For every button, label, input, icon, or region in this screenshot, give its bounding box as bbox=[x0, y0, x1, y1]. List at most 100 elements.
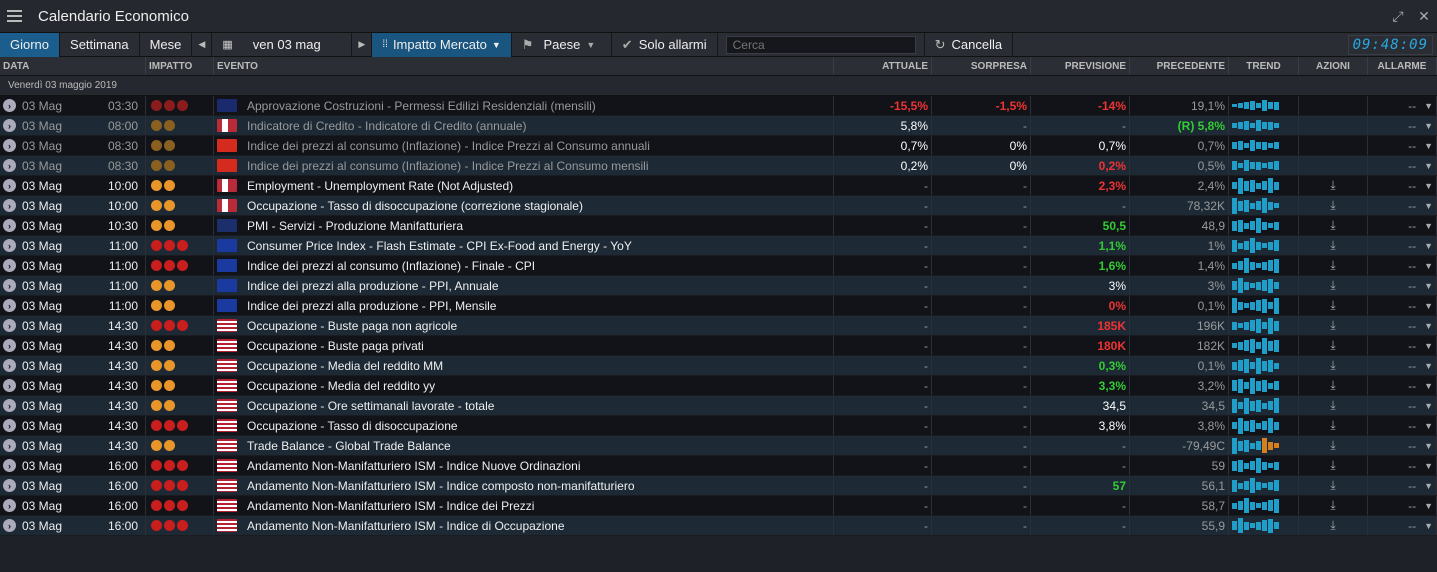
col-sorpresa[interactable]: SORPRESA bbox=[932, 57, 1031, 75]
alarm-cell[interactable]: -- ▼ bbox=[1368, 196, 1437, 215]
chevron-down-icon[interactable]: ▼ bbox=[1424, 321, 1433, 331]
event-cell[interactable]: Occupazione - Tasso di disoccupazione (c… bbox=[214, 196, 834, 215]
chevron-down-icon[interactable]: ▼ bbox=[1424, 161, 1433, 171]
expand-icon[interactable]: ⤢ bbox=[1385, 0, 1411, 33]
chevron-down-icon[interactable]: ▼ bbox=[1424, 341, 1433, 351]
alarm-cell[interactable]: -- ▼ bbox=[1368, 356, 1437, 375]
event-cell[interactable]: Indice dei prezzi al consumo (Inflazione… bbox=[214, 256, 834, 275]
go-arrow-icon[interactable]: › bbox=[3, 119, 16, 132]
event-cell[interactable]: Occupazione - Ore settimanali lavorate -… bbox=[214, 396, 834, 415]
col-previsione[interactable]: PREVISIONE bbox=[1031, 57, 1130, 75]
event-cell[interactable]: Andamento Non-Manifatturiero ISM - Indic… bbox=[214, 456, 834, 475]
chevron-down-icon[interactable]: ▼ bbox=[1424, 441, 1433, 451]
download-icon[interactable]: ⤓ bbox=[1330, 378, 1335, 393]
go-arrow-icon[interactable]: › bbox=[3, 319, 16, 332]
event-cell[interactable]: Indice dei prezzi al consumo (Inflazione… bbox=[214, 136, 834, 155]
table-row[interactable]: › 03 Mag 10:00 Occupazione - Tasso di disoc… bbox=[0, 196, 1437, 216]
go-arrow-icon[interactable]: › bbox=[3, 479, 16, 492]
event-cell[interactable]: Employment - Unemployment Rate (Not Adju… bbox=[214, 176, 834, 195]
search-input[interactable] bbox=[725, 35, 916, 54]
alarm-cell[interactable]: -- ▼ bbox=[1368, 276, 1437, 295]
chevron-down-icon[interactable]: ▼ bbox=[1424, 261, 1433, 271]
menu-icon[interactable] bbox=[0, 0, 28, 33]
go-arrow-icon[interactable]: › bbox=[3, 419, 16, 432]
download-icon[interactable]: ⤓ bbox=[1330, 198, 1335, 213]
alarm-cell[interactable]: -- ▼ bbox=[1368, 216, 1437, 235]
event-cell[interactable]: Indicatore di Credito - Indicatore di Cr… bbox=[214, 116, 834, 135]
go-arrow-icon[interactable]: › bbox=[3, 259, 16, 272]
table-row[interactable]: › 03 Mag 03:30 Approvazione Costruzioni - P… bbox=[0, 96, 1437, 116]
table-row[interactable]: › 03 Mag 10:00 Employment - Unemployment Ra… bbox=[0, 176, 1437, 196]
go-arrow-icon[interactable]: › bbox=[3, 239, 16, 252]
go-arrow-icon[interactable]: › bbox=[3, 299, 16, 312]
chevron-down-icon[interactable]: ▼ bbox=[1424, 221, 1433, 231]
chevron-down-icon[interactable]: ▼ bbox=[1424, 301, 1433, 311]
download-icon[interactable]: ⤓ bbox=[1330, 358, 1335, 373]
table-row[interactable]: › 03 Mag 11:00 Indice dei prezzi al consumo… bbox=[0, 256, 1437, 276]
event-cell[interactable]: Consumer Price Index - Flash Estimate - … bbox=[214, 236, 834, 255]
event-cell[interactable]: Trade Balance - Global Trade Balance bbox=[214, 436, 834, 455]
download-icon[interactable]: ⤓ bbox=[1330, 298, 1335, 313]
chevron-down-icon[interactable]: ▼ bbox=[1424, 241, 1433, 251]
alarm-cell[interactable]: -- ▼ bbox=[1368, 316, 1437, 335]
download-icon[interactable]: ⤓ bbox=[1330, 238, 1335, 253]
chevron-down-icon[interactable]: ▼ bbox=[1424, 381, 1433, 391]
alarm-cell[interactable]: -- ▼ bbox=[1368, 136, 1437, 155]
col-data[interactable]: DATA bbox=[0, 57, 146, 75]
event-cell[interactable]: PMI - Servizi - Produzione Manifatturier… bbox=[214, 216, 834, 235]
alarm-cell[interactable]: -- ▼ bbox=[1368, 416, 1437, 435]
download-icon[interactable]: ⤓ bbox=[1330, 278, 1335, 293]
alarm-cell[interactable]: -- ▼ bbox=[1368, 116, 1437, 135]
col-precedente[interactable]: PRECEDENTE bbox=[1130, 57, 1229, 75]
table-row[interactable]: › 03 Mag 16:00 Andamento Non-Manifatturiero… bbox=[0, 496, 1437, 516]
go-arrow-icon[interactable]: › bbox=[3, 399, 16, 412]
close-icon[interactable]: ✕ bbox=[1411, 0, 1437, 33]
download-icon[interactable]: ⤓ bbox=[1330, 398, 1335, 413]
tab-giorno[interactable]: Giorno bbox=[0, 32, 61, 57]
download-icon[interactable]: ⤓ bbox=[1330, 178, 1335, 193]
alarm-cell[interactable]: -- ▼ bbox=[1368, 496, 1437, 515]
go-arrow-icon[interactable]: › bbox=[3, 99, 16, 112]
go-arrow-icon[interactable]: › bbox=[3, 359, 16, 372]
go-arrow-icon[interactable]: › bbox=[3, 459, 16, 472]
event-cell[interactable]: Occupazione - Media del reddito MM bbox=[214, 356, 834, 375]
alarm-cell[interactable]: -- ▼ bbox=[1368, 376, 1437, 395]
alarm-cell[interactable]: -- ▼ bbox=[1368, 296, 1437, 315]
table-row[interactable]: › 03 Mag 14:30 Occupazione - Tasso di disoc… bbox=[0, 416, 1437, 436]
download-icon[interactable]: ⤓ bbox=[1330, 258, 1335, 273]
table-row[interactable]: › 03 Mag 14:30 Occupazione - Media del redd… bbox=[0, 356, 1437, 376]
table-row[interactable]: › 03 Mag 11:00 Indice dei prezzi alla produ… bbox=[0, 276, 1437, 296]
alarm-cell[interactable]: -- ▼ bbox=[1368, 156, 1437, 175]
download-icon[interactable]: ⤓ bbox=[1330, 338, 1335, 353]
alarm-cell[interactable]: -- ▼ bbox=[1368, 436, 1437, 455]
col-trend[interactable]: TREND bbox=[1229, 57, 1299, 75]
chevron-down-icon[interactable]: ▼ bbox=[1424, 481, 1433, 491]
go-arrow-icon[interactable]: › bbox=[3, 439, 16, 452]
go-arrow-icon[interactable]: › bbox=[3, 379, 16, 392]
event-cell[interactable]: Approvazione Costruzioni - Permessi Edil… bbox=[214, 96, 834, 115]
go-arrow-icon[interactable]: › bbox=[3, 519, 16, 532]
event-cell[interactable]: Occupazione - Media del reddito yy bbox=[214, 376, 834, 395]
table-row[interactable]: › 03 Mag 16:00 Andamento Non-Manifatturiero… bbox=[0, 476, 1437, 496]
alarm-cell[interactable]: -- ▼ bbox=[1368, 336, 1437, 355]
download-icon[interactable]: ⤓ bbox=[1330, 478, 1335, 493]
event-cell[interactable]: Indice dei prezzi alla produzione - PPI,… bbox=[214, 296, 834, 315]
table-row[interactable]: › 03 Mag 14:30 Occupazione - Buste paga non… bbox=[0, 316, 1437, 336]
table-row[interactable]: › 03 Mag 11:00 Indice dei prezzi alla produ… bbox=[0, 296, 1437, 316]
col-allarme[interactable]: ALLARME bbox=[1368, 57, 1437, 75]
chevron-down-icon[interactable]: ▼ bbox=[1424, 181, 1433, 191]
alarm-cell[interactable]: -- ▼ bbox=[1368, 476, 1437, 495]
chevron-down-icon[interactable]: ▼ bbox=[1424, 401, 1433, 411]
go-arrow-icon[interactable]: › bbox=[3, 279, 16, 292]
event-cell[interactable]: Andamento Non-Manifatturiero ISM - Indic… bbox=[214, 496, 834, 515]
event-cell[interactable]: Occupazione - Buste paga non agricole bbox=[214, 316, 834, 335]
chevron-down-icon[interactable]: ▼ bbox=[1424, 521, 1433, 531]
tab-settimana[interactable]: Settimana bbox=[60, 32, 140, 57]
go-arrow-icon[interactable]: › bbox=[3, 179, 16, 192]
table-row[interactable]: › 03 Mag 11:00 Consumer Price Index - Flash… bbox=[0, 236, 1437, 256]
alarm-cell[interactable]: -- ▼ bbox=[1368, 396, 1437, 415]
col-azioni[interactable]: AZIONI bbox=[1299, 57, 1368, 75]
table-row[interactable]: › 03 Mag 08:30 Indice dei prezzi al consumo… bbox=[0, 136, 1437, 156]
chevron-down-icon[interactable]: ▼ bbox=[1424, 421, 1433, 431]
table-row[interactable]: › 03 Mag 14:30 Trade Balance - Global Trade… bbox=[0, 436, 1437, 456]
